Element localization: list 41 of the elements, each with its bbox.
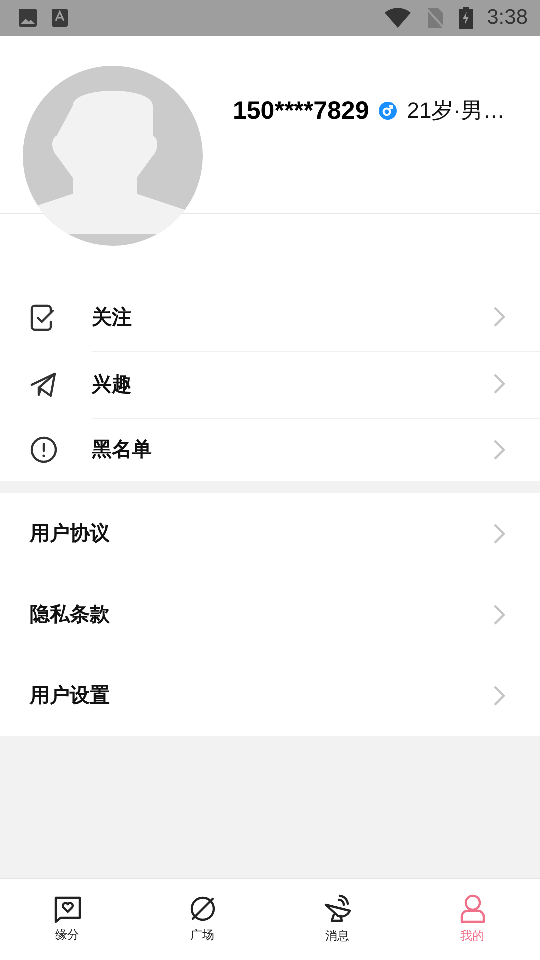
heart-message-icon	[52, 895, 82, 923]
tab-label: 缘分	[56, 927, 80, 944]
exclamation-circle-icon	[30, 436, 58, 464]
menu-item[interactable]: 用户协议	[0, 493, 540, 574]
satellite-dish-icon	[322, 894, 352, 924]
male-gender-icon	[379, 102, 398, 120]
chevron-icon	[492, 522, 506, 546]
menu-label: 关注	[92, 306, 133, 330]
user-name: 150****7829	[233, 96, 370, 126]
chevron-icon	[492, 305, 506, 329]
tab-item[interactable]: 广场	[135, 879, 270, 960]
no-sim-icon	[425, 7, 446, 29]
battery-icon	[459, 7, 474, 29]
menu-item[interactable]: 隐私条款	[0, 574, 540, 655]
keyboard-icon	[52, 8, 68, 28]
planet-icon	[188, 895, 216, 923]
tab-label: 广场	[190, 927, 214, 944]
menu-item[interactable]: 兴趣	[0, 351, 540, 418]
menu-label: 用户协议	[30, 522, 111, 547]
tab-item[interactable]: 缘分	[0, 879, 135, 960]
chevron-icon	[492, 372, 506, 396]
menu-label: 用户设置	[30, 684, 111, 709]
age-gender-text: 21岁·男…	[407, 97, 506, 125]
tab-label: 我的	[460, 928, 484, 945]
wifi-icon	[385, 8, 412, 28]
menu-item[interactable]: 黑名单	[0, 418, 540, 481]
tab-label: 消息	[326, 928, 350, 945]
checkbox-icon	[30, 304, 56, 332]
menu-item[interactable]: 用户设置	[0, 655, 540, 736]
menu-item[interactable]: 关注	[0, 284, 540, 351]
menu-label: 兴趣	[92, 372, 133, 398]
tab-item[interactable]: 消息	[270, 879, 405, 960]
image-icon	[18, 8, 38, 28]
menu-label: 黑名单	[92, 438, 153, 463]
chevron-icon	[492, 684, 506, 708]
menu-label: 隐私条款	[30, 603, 111, 628]
status-time: 3:38	[487, 6, 528, 30]
chevron-icon	[492, 602, 506, 626]
person-icon	[458, 894, 486, 924]
paper-plane-icon	[30, 372, 58, 398]
chevron-icon	[492, 438, 506, 462]
